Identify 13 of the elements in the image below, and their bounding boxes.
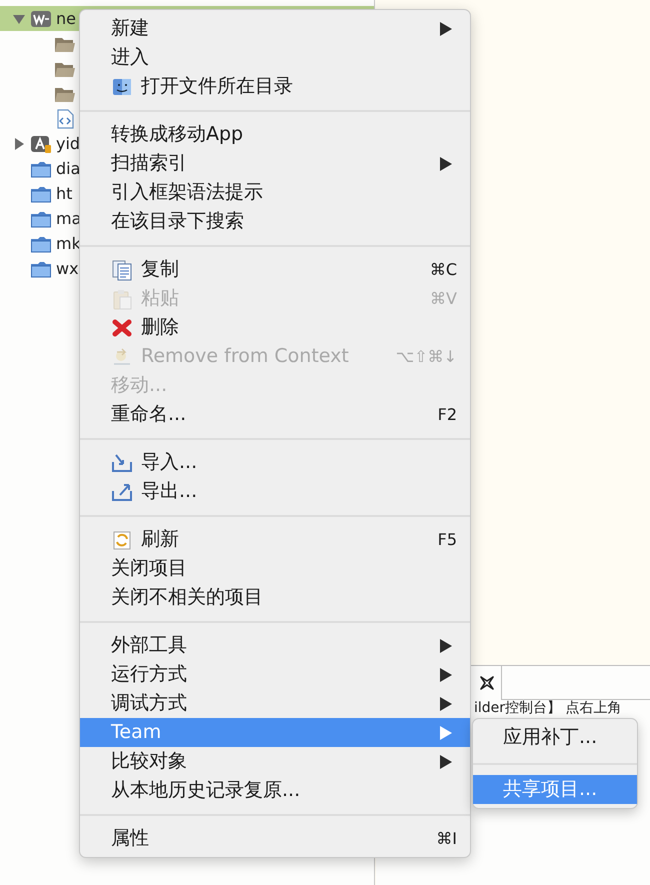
tree-label: dia: [56, 158, 80, 180]
console-text: ilder控制台】 点右上角: [474, 700, 622, 717]
shortcut-text: F2: [438, 404, 457, 426]
tree-label: wx: [56, 258, 79, 280]
tree-label: yid: [56, 132, 80, 154]
shortcut-text: ⌥⇧⌘↓: [396, 346, 457, 368]
shortcut-text: ⌘I: [436, 828, 457, 850]
tree-label: ht: [56, 182, 72, 204]
shortcut-text: F5: [438, 528, 457, 550]
shortcut-text: ⌘V: [430, 288, 457, 310]
tree-label: ne: [56, 8, 76, 30]
tree-label: mk: [56, 232, 81, 254]
shortcut-text: ⌘C: [430, 258, 457, 280]
